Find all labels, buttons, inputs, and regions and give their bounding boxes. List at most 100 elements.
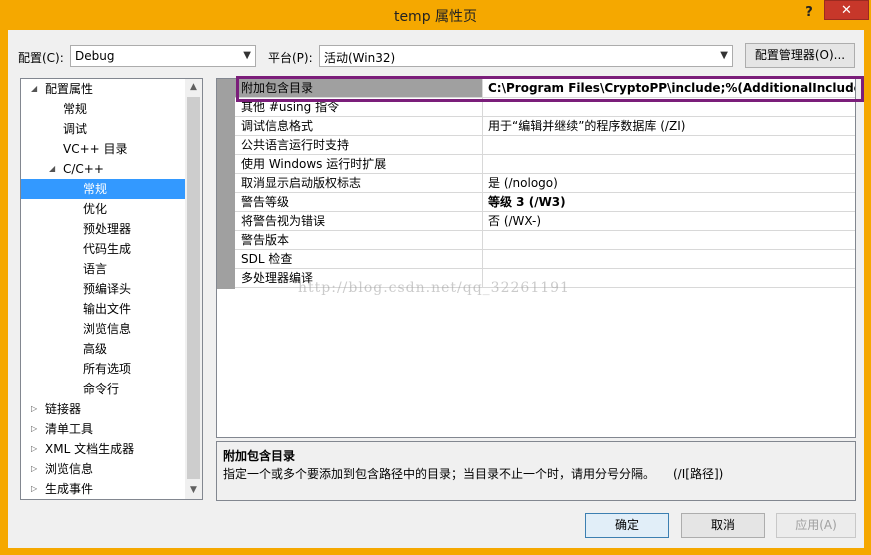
property-value[interactable]: 用于“编辑并继续”的程序数据库 (/ZI): [484, 117, 855, 135]
property-value[interactable]: [484, 250, 855, 268]
expand-triangle-icon[interactable]: ▷: [31, 459, 37, 479]
tree-item-label: 预处理器: [83, 222, 132, 236]
tree-item[interactable]: 所有选项: [21, 359, 186, 379]
collapse-triangle-icon[interactable]: ◢: [31, 79, 37, 99]
tree-item[interactable]: 命令行: [21, 379, 186, 399]
tree-item[interactable]: ▷ 清单工具: [21, 419, 186, 439]
collapse-triangle-icon[interactable]: ◢: [49, 159, 55, 179]
grid-gutter: [217, 79, 235, 289]
tree-item-label: VC++ 目录: [63, 142, 128, 156]
property-value[interactable]: [484, 155, 855, 173]
tree-item[interactable]: ▷ 生成事件: [21, 479, 186, 499]
property-value[interactable]: 等级 3 (/W3): [484, 193, 855, 211]
help-button[interactable]: ?: [800, 4, 818, 22]
scroll-down-icon[interactable]: ▼: [185, 482, 202, 499]
property-name: 其他 #using 指令: [235, 98, 483, 116]
tree-scrollbar[interactable]: ▲ ▼: [185, 79, 202, 499]
tree-item[interactable]: ▷ XML 文档生成器: [21, 439, 186, 459]
tree-item-label: 生成事件: [45, 482, 94, 496]
property-value[interactable]: [484, 136, 855, 154]
property-name: 将警告视为错误: [235, 212, 483, 230]
tree-item-label: 调试: [63, 122, 88, 136]
property-row[interactable]: 警告版本: [235, 231, 855, 250]
tree-item[interactable]: ▷ 浏览信息: [21, 459, 186, 479]
tree-item-label: 输出文件: [83, 302, 132, 316]
property-row[interactable]: 取消显示启动版权标志是 (/nologo): [235, 174, 855, 193]
window-title: temp 属性页: [393, 9, 478, 25]
property-name: 多处理器编译: [235, 269, 483, 287]
property-row[interactable]: 将警告视为错误否 (/WX-): [235, 212, 855, 231]
tree-item-label: 清单工具: [45, 422, 94, 436]
tree-item[interactable]: 输出文件: [21, 299, 186, 319]
cancel-button[interactable]: 取消: [681, 513, 765, 538]
close-button[interactable]: ✕: [824, 0, 869, 20]
tree-item-label: 语言: [83, 262, 108, 276]
property-name: 附加包含目录: [235, 79, 483, 97]
property-row[interactable]: SDL 检查: [235, 250, 855, 269]
expand-triangle-icon[interactable]: ▷: [31, 419, 37, 439]
ok-button[interactable]: 确定: [585, 513, 669, 538]
property-row[interactable]: 调试信息格式 用于“编辑并继续”的程序数据库 (/ZI): [235, 117, 855, 136]
property-name: 调试信息格式: [235, 117, 483, 135]
tree-item[interactable]: 常规: [21, 179, 186, 199]
property-grid: 附加包含目录 C:\Program Files\CryptoPP\include;…: [216, 78, 856, 438]
platform-combo[interactable]: 活动(Win32) ▼: [319, 45, 733, 67]
config-combo[interactable]: Debug ▼: [70, 45, 256, 67]
property-value[interactable]: [484, 98, 855, 116]
expand-triangle-icon[interactable]: ▷: [31, 399, 37, 419]
property-row[interactable]: 警告等级 等级 3 (/W3): [235, 193, 855, 212]
tree-item-label: 预编译头: [83, 282, 132, 296]
expand-triangle-icon[interactable]: ▷: [31, 439, 37, 459]
property-row[interactable]: 多处理器编译: [235, 269, 855, 288]
property-name: 警告版本: [235, 231, 483, 249]
description-panel: 附加包含目录 指定一个或多个要添加到包含路径中的目录；当目录不止一个时，请用分号…: [216, 441, 856, 501]
tree-item[interactable]: ◢ C/C++: [21, 159, 186, 179]
tree-item[interactable]: 常规: [21, 99, 186, 119]
tree-item[interactable]: 浏览信息: [21, 319, 186, 339]
tree-item-label: 常规: [83, 182, 108, 196]
tree-item[interactable]: ◢ 配置属性: [21, 79, 186, 99]
tree-item-label: 高级: [83, 342, 108, 356]
scroll-thumb[interactable]: [187, 97, 200, 479]
title-bar[interactable]: temp 属性页 ? ✕: [0, 0, 871, 30]
tree-item[interactable]: 预处理器: [21, 219, 186, 239]
chevron-down-icon: ▼: [243, 50, 251, 61]
property-value[interactable]: 是 (/nologo): [484, 174, 855, 192]
tree-item-label: 配置属性: [45, 82, 94, 96]
property-value[interactable]: C:\Program Files\CryptoPP\include;%(Addi…: [484, 79, 855, 97]
tree-item-label: 浏览信息: [83, 322, 132, 336]
tree-item[interactable]: ▷ 链接器: [21, 399, 186, 419]
property-pages-window: temp 属性页 ? ✕ 配置(C): Debug ▼ 平台(P): 活动(Wi…: [0, 0, 871, 555]
property-name: SDL 检查: [235, 250, 483, 268]
tree-item-label: 优化: [83, 202, 108, 216]
property-row[interactable]: 其他 #using 指令: [235, 98, 855, 117]
tree-item[interactable]: 调试: [21, 119, 186, 139]
tree-item-label: 链接器: [45, 402, 82, 416]
description-title: 附加包含目录: [223, 449, 296, 463]
property-value[interactable]: [484, 231, 855, 249]
property-name: 取消显示启动版权标志: [235, 174, 483, 192]
config-label: 配置(C):: [18, 51, 64, 65]
tree-item-label: C/C++: [63, 162, 104, 176]
expand-triangle-icon[interactable]: ▷: [31, 479, 37, 499]
config-manager-button[interactable]: 配置管理器(O)...: [745, 43, 855, 68]
tree-item[interactable]: VC++ 目录: [21, 139, 186, 159]
platform-label: 平台(P):: [268, 51, 313, 65]
property-value[interactable]: [484, 269, 855, 287]
property-value[interactable]: 否 (/WX-): [484, 212, 855, 230]
description-text: 指定一个或多个要添加到包含路径中的目录；当目录不止一个时，请用分号分隔。 (/I…: [223, 467, 724, 481]
tree-item[interactable]: 预编译头: [21, 279, 186, 299]
property-row[interactable]: 公共语言运行时支持: [235, 136, 855, 155]
tree-item[interactable]: 代码生成: [21, 239, 186, 259]
tree-item[interactable]: 优化: [21, 199, 186, 219]
property-row[interactable]: 使用 Windows 运行时扩展: [235, 155, 855, 174]
apply-button[interactable]: 应用(A): [776, 513, 856, 538]
tree-item[interactable]: 高级: [21, 339, 186, 359]
tree-item[interactable]: 语言: [21, 259, 186, 279]
property-tree[interactable]: ◢ 配置属性 常规 调试 VC++ 目录 ◢ C/C++ 常规 优化 预处理器 代码生成 语言 预编译头…: [20, 78, 203, 500]
tree-item-label: 浏览信息: [45, 462, 94, 476]
scroll-up-icon[interactable]: ▲: [185, 79, 202, 96]
property-row[interactable]: 附加包含目录 C:\Program Files\CryptoPP\include;…: [235, 79, 855, 98]
property-name: 警告等级: [235, 193, 483, 211]
tree-item-label: 常规: [63, 102, 88, 116]
